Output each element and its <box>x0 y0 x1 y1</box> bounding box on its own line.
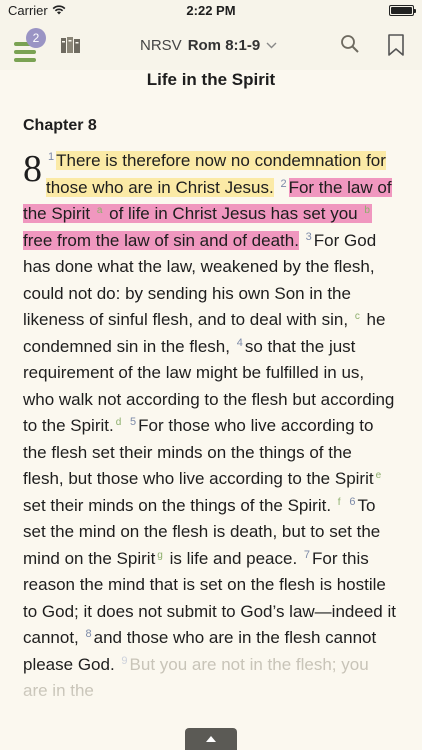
footnote-marker[interactable]: c <box>355 311 360 322</box>
battery-icon <box>389 4 416 16</box>
verse-6-text-b[interactable]: is life and peace. <box>170 549 298 568</box>
verse-number[interactable]: 9 <box>121 655 127 667</box>
verse-number[interactable]: 2 <box>280 178 286 190</box>
chevron-down-icon <box>266 42 277 48</box>
chapter-number: 8 <box>23 148 42 190</box>
verse-number[interactable]: 8 <box>86 628 92 640</box>
verse-number[interactable]: 3 <box>306 231 312 243</box>
bookmark-icon[interactable] <box>386 34 406 56</box>
verse-2-text-b[interactable]: of life in Christ Jesus has set you <box>109 204 358 223</box>
panel-pull-tab[interactable] <box>185 728 237 750</box>
verse-number[interactable]: 4 <box>237 337 243 349</box>
footnote-marker[interactable]: g <box>157 550 163 561</box>
library-icon[interactable] <box>60 36 82 54</box>
chevron-up-icon <box>206 736 216 742</box>
status-bar: Carrier 2:22 PM <box>0 0 422 20</box>
footnote-marker[interactable]: d <box>116 417 122 428</box>
notification-badge: 2 <box>26 28 46 48</box>
section-heading: Life in the Spirit <box>146 70 276 89</box>
translation-label: NRSV <box>140 36 182 54</box>
verse-number[interactable]: 1 <box>48 151 54 163</box>
reference-label: Rom 8:1-9 <box>187 36 261 54</box>
scripture-text[interactable]: 8 1 There is therefore now no condemnatio… <box>23 148 396 705</box>
search-icon[interactable] <box>340 34 360 54</box>
footnote-marker[interactable]: b <box>364 205 370 216</box>
menu-button[interactable]: 2 <box>10 28 46 62</box>
reference-selector[interactable]: NRSV Rom 8:1-9 <box>140 34 277 56</box>
chapter-label: Chapter 8 <box>23 117 97 134</box>
wifi-icon <box>52 5 66 15</box>
verse-2-text-c[interactable]: free from the law of sin and of death. <box>23 231 299 250</box>
status-left: Carrier <box>8 3 66 18</box>
verse-number[interactable]: 7 <box>304 549 310 561</box>
verse-number[interactable]: 5 <box>130 416 136 428</box>
footnote-marker[interactable]: f <box>338 497 341 508</box>
verse-number[interactable]: 6 <box>349 496 355 508</box>
footnote-marker[interactable]: e <box>376 470 382 481</box>
verse-5-text-b[interactable]: set their minds on the things of the Spi… <box>23 496 331 515</box>
reader-toolbar: 2 NRSV Rom 8:1-9 <box>0 20 422 70</box>
footnote-marker[interactable]: a <box>97 205 103 216</box>
carrier-label: Carrier <box>8 2 48 18</box>
